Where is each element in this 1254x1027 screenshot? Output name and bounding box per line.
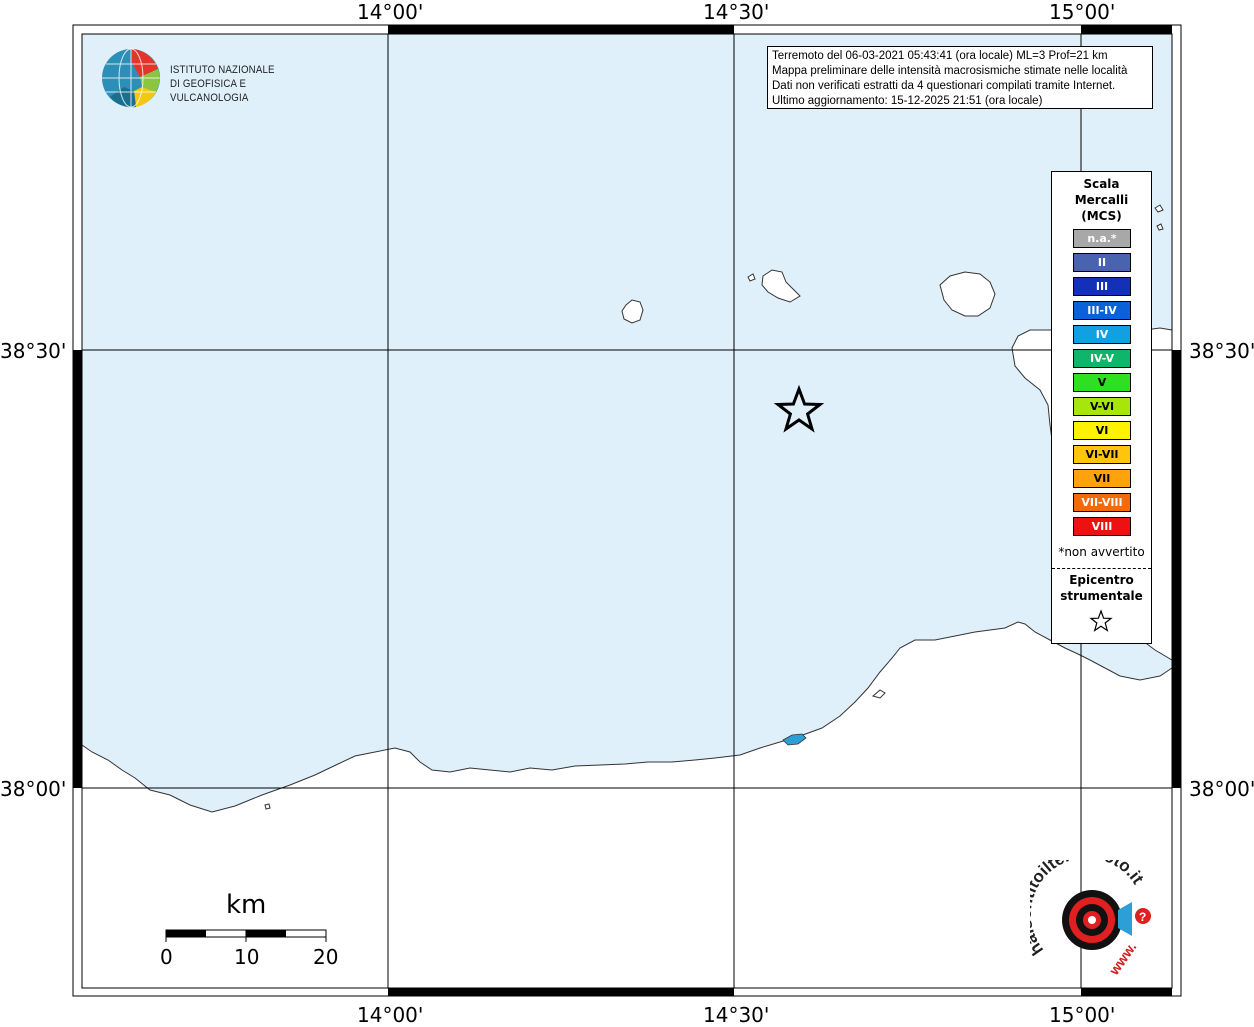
legend-swatch-iv: IV xyxy=(1073,325,1131,344)
legend-swatch-vi-vii: VI-VII xyxy=(1073,445,1131,464)
lon-label-bottom-2: 14°30' xyxy=(703,1003,770,1027)
mcs-legend: Scala Mercalli (MCS) n.a.* II III III-IV IV I… xyxy=(1051,171,1152,644)
ingv-logo-line1: ISTITUTO NAZIONALE xyxy=(170,64,275,76)
legend-swatch-ii: II xyxy=(1073,253,1131,272)
legend-swatch-iii: III xyxy=(1073,277,1131,296)
legend-swatch-vii: VII xyxy=(1073,469,1131,488)
legend-swatch-viii: VIII xyxy=(1073,517,1131,536)
legend-star-icon xyxy=(1089,609,1113,632)
info-line-description: Mappa preliminare delle intensità macros… xyxy=(772,65,1128,77)
scale-bar: km 0 10 20 xyxy=(150,890,350,980)
islet-ustica-small xyxy=(264,803,271,810)
legend-na-note: *non avvertito xyxy=(1058,545,1145,559)
info-line-updated: Ultimo aggiornamento: 15-12-2025 21:51 (… xyxy=(772,95,1043,107)
legend-swatch-n-a: n.a.* xyxy=(1073,229,1131,248)
legend-title-line3: (MCS) xyxy=(1081,209,1122,223)
info-line-data-source: Dati non verificati estratti da 4 questi… xyxy=(772,80,1116,92)
lat-label-right-2: 38°00' xyxy=(1189,777,1254,801)
event-info-box: Terremoto del 06-03-2021 05:43:41 (ora l… xyxy=(767,46,1153,109)
ingv-logo-line2: DI GEOFISICA E VULCANOLOGIA xyxy=(170,78,249,104)
legend-title-line1: Scala xyxy=(1083,177,1120,191)
scale-tick-20: 20 xyxy=(313,945,339,969)
ingv-globe-icon xyxy=(102,48,160,108)
legend-swatch-v-vi: V-VI xyxy=(1073,397,1131,416)
legend-title-line2: Mercalli xyxy=(1074,193,1129,207)
lon-label-top-3: 15°00' xyxy=(1049,0,1116,24)
haisentito-target-icon: haisentitoilterremoto.it www. ? xyxy=(1016,843,1151,979)
legend-swatch-iii-iv: III-IV xyxy=(1073,301,1131,320)
lat-label-left-2: 38°00' xyxy=(0,777,67,801)
legend-epicenter-label: Epicentro strumentale xyxy=(1052,572,1151,604)
ingv-logo: ISTITUTO NAZIONALE DI GEOFISICA E VULCAN… xyxy=(100,47,320,111)
scale-tick-10: 10 xyxy=(234,945,260,969)
legend-separator xyxy=(1052,568,1151,569)
svg-text:?: ? xyxy=(1139,910,1146,924)
lon-label-top-2: 14°30' xyxy=(703,0,770,24)
legend-swatch-iv-v: IV-V xyxy=(1073,349,1131,368)
legend-swatch-vii-viii: VII-VIII xyxy=(1073,493,1131,512)
legend-swatch-v: V xyxy=(1073,373,1131,392)
lon-label-top-1: 14°00' xyxy=(357,0,424,24)
scale-unit: km xyxy=(226,890,267,920)
lat-label-right-1: 38°30' xyxy=(1189,339,1254,363)
info-line-event: Terremoto del 06-03-2021 05:43:41 (ora l… xyxy=(772,50,1108,62)
legend-title: Scala Mercalli (MCS) xyxy=(1052,176,1151,224)
scale-tick-0: 0 xyxy=(160,945,173,969)
lat-label-left-1: 38°30' xyxy=(0,339,67,363)
haisentito-www: www. xyxy=(1105,939,1139,979)
ingv-logo-text: ISTITUTO NAZIONALE DI GEOFISICA E VULCAN… xyxy=(170,63,302,105)
lon-label-bottom-3: 15°00' xyxy=(1049,1003,1116,1027)
lon-label-bottom-1: 14°00' xyxy=(357,1003,424,1027)
legend-epicenter-line2: strumentale xyxy=(1060,589,1143,603)
legend-swatch-vi: VI xyxy=(1073,421,1131,440)
haisentito-logo: haisentitoilterremoto.it www. ? xyxy=(1016,843,1160,980)
legend-epicenter-line1: Epicentro xyxy=(1069,573,1134,587)
